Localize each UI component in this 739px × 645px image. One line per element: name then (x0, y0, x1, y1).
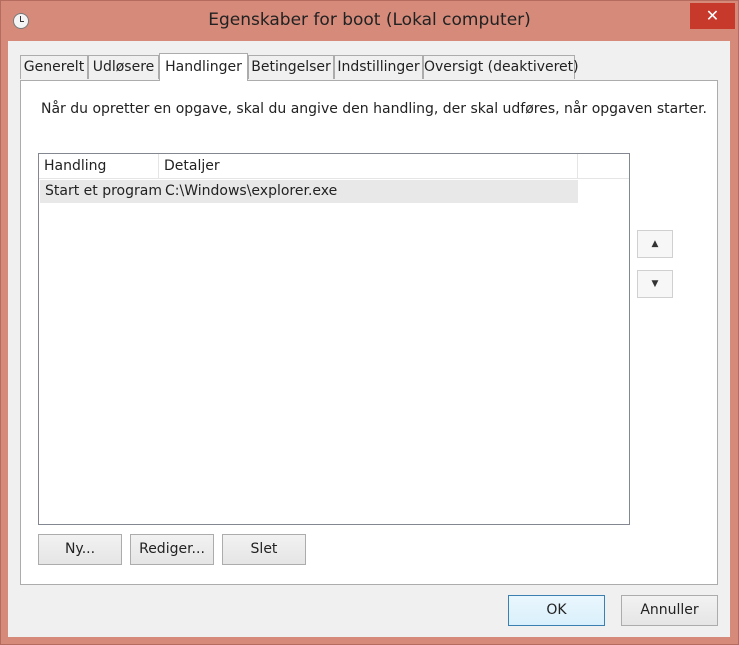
edit-button[interactable]: Rediger... (130, 534, 214, 565)
column-header-detaljer[interactable]: Detaljer (159, 154, 578, 178)
actions-description: Når du opretter en opgave, skal du angiv… (41, 101, 707, 117)
move-down-button[interactable]: ▼ (637, 270, 673, 298)
tab-udlosere[interactable]: Udløsere (88, 55, 159, 79)
tab-oversigt[interactable]: Oversigt (deaktiveret) (423, 55, 579, 79)
tab-indstillinger[interactable]: Indstillinger (334, 55, 423, 79)
dialog-client-area: Generelt Udløsere Handlinger Betingelser… (8, 41, 730, 637)
title-bar[interactable]: Egenskaber for boot (Lokal computer) ✕ (1, 1, 738, 41)
close-button[interactable]: ✕ (690, 3, 735, 29)
cancel-button[interactable]: Annuller (621, 595, 718, 626)
tab-handlinger[interactable]: Handlinger (159, 53, 248, 81)
tab-betingelser[interactable]: Betingelser (248, 55, 334, 79)
new-button[interactable]: Ny... (38, 534, 122, 565)
move-up-button[interactable]: ▲ (637, 230, 673, 258)
properties-dialog: Egenskaber for boot (Lokal computer) ✕ G… (0, 0, 739, 645)
actions-tab-panel: Når du opretter en opgave, skal du angiv… (20, 80, 718, 585)
list-header: Handling Detaljer (39, 154, 629, 179)
column-header-handling[interactable]: Handling (39, 154, 159, 178)
arrow-down-icon: ▼ (651, 279, 659, 289)
table-row[interactable]: Start et program C:\Windows\explorer.exe (40, 180, 578, 203)
actions-list[interactable]: Handling Detaljer Start et program C:\Wi… (38, 153, 630, 525)
delete-button[interactable]: Slet (222, 534, 306, 565)
arrow-up-icon: ▲ (651, 239, 659, 249)
ok-button[interactable]: OK (508, 595, 605, 626)
tab-generelt[interactable]: Generelt (20, 55, 88, 79)
details-cell: C:\Windows\explorer.exe (165, 183, 338, 199)
window-title: Egenskaber for boot (Lokal computer) (208, 10, 531, 30)
action-cell: Start et program (45, 183, 162, 199)
